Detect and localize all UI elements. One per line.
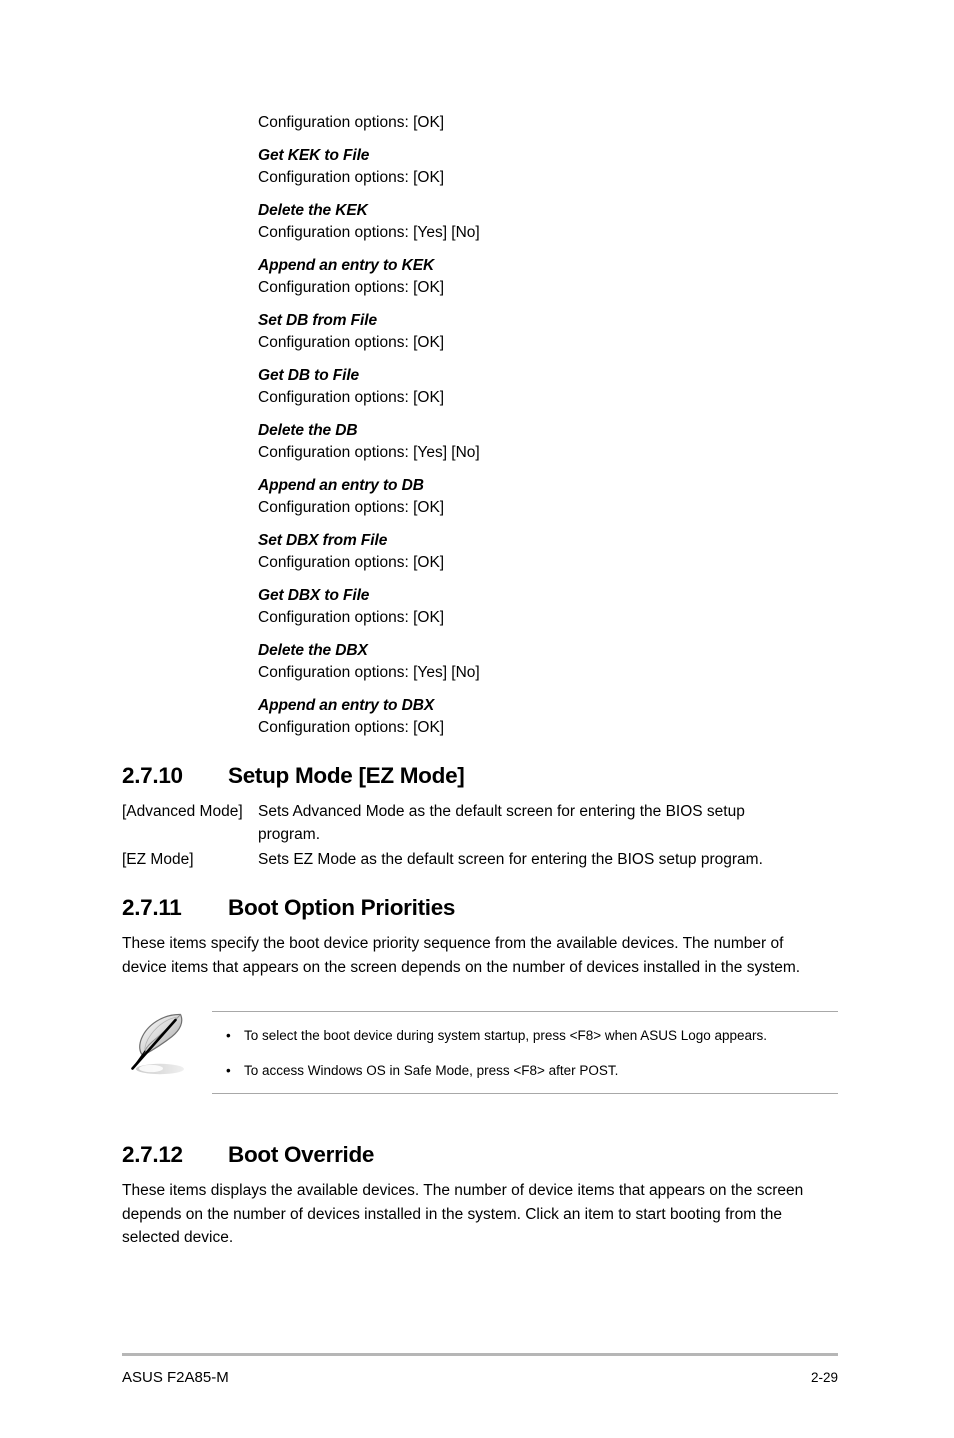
bios-option-block: Delete the DB Configuration options: [Yes… [258,420,838,464]
bios-option-config: Configuration options: [Yes] [No] [258,444,480,461]
bullet-glyph: • [226,1028,231,1043]
note-item: • To select the boot device during syste… [212,1025,838,1046]
page-content: Configuration options: [OK] Get KEK to F… [122,112,838,1250]
section-number: 2.7.11 [122,895,182,920]
bios-option-name: Get DBX to File [258,587,370,604]
bios-option-block: Delete the DBX Configuration options: [Ye… [258,640,838,684]
bios-option-config: Configuration options: [OK] [258,499,445,516]
bios-option-name: Get DB to File [258,367,360,384]
section-title: Boot Override [228,1142,375,1167]
section-heading-2-7-11: 2.7.11 Boot Option Priorities [122,893,838,923]
lead-config-options: Configuration options: [OK] [258,114,445,131]
bios-option-config: Configuration options: [OK] [258,609,445,626]
note-item: • To access Windows OS in Safe Mode, pre… [212,1060,838,1081]
section-title: Boot Option Priorities [228,895,456,920]
bios-option-name: Get KEK to File [258,147,370,164]
section-heading-2-7-12: 2.7.12 Boot Override [122,1140,838,1170]
note-body: • To select the boot device during syste… [212,1011,838,1094]
footer-divider [122,1353,838,1356]
bios-option-block: Set DB from File Configuration options: [… [258,310,838,354]
section-number: 2.7.12 [122,1142,183,1167]
bios-option-block: Set DBX from File Configuration options: … [258,530,838,574]
bios-option-block: Get KEK to File Configuration options: [O… [258,145,838,189]
bios-option-name: Set DB from File [258,312,377,329]
bios-option-config: Configuration options: [OK] [258,334,445,351]
section-title: Setup Mode [EZ Mode] [228,763,465,788]
note-box: • To select the boot device during syste… [122,1011,838,1097]
bios-option-block: Delete the KEK Configuration options: [Ye… [258,200,838,244]
bios-option-name: Delete the KEK [258,202,368,219]
definition-term: [Advanced Mode] [122,803,243,820]
bios-option-name: Append an entry to DBX [258,697,435,714]
bios-option-config: Configuration options: [Yes] [No] [258,224,480,241]
definition-row-ez-mode: [EZ Mode] Sets EZ Mode as the default sc… [122,848,838,871]
section-paragraph-2-7-12: These items displays the available devic… [122,1182,804,1246]
bios-option-name: Set DBX from File [258,532,388,549]
note-item-text: To select the boot device during system … [244,1028,768,1043]
definition-description: Sets Advanced Mode as the default screen… [258,803,745,843]
bios-option-config: Configuration options: [OK] [258,719,445,736]
section-number: 2.7.10 [122,763,183,788]
definition-term: [EZ Mode] [122,851,194,868]
bullet-glyph: • [226,1063,231,1078]
definition-row-advanced-mode: [Advanced Mode] Sets Advanced Mode as th… [122,800,838,846]
bios-options-list: Get KEK to File Configuration options: [O… [258,145,838,739]
bios-option-name: Delete the DB [258,422,358,439]
bios-option-config: Configuration options: [Yes] [No] [258,664,480,681]
bios-option-block: Append an entry to DB Configuration optio… [258,475,838,519]
bios-option-block: Get DB to File Configuration options: [OK… [258,365,838,409]
bios-option-name: Delete the DBX [258,642,368,659]
definition-description: Sets EZ Mode as the default screen for e… [258,851,763,868]
footer-row: ASUS F2A85-M 2-29 [122,1368,838,1388]
bios-option-config: Configuration options: [OK] [258,554,445,571]
bios-option-config: Configuration options: [OK] [258,279,445,296]
footer-product-name: ASUS F2A85-M [122,1369,229,1386]
bios-option-config: Configuration options: [OK] [258,169,445,186]
bios-option-block: Append an entry to DBX Configuration opti… [258,695,838,739]
footer-page-number: 2-29 [810,1370,838,1385]
bios-option-config: Configuration options: [OK] [258,389,445,406]
bios-option-block: Get DBX to File Configuration options: [O… [258,585,838,629]
manual-page: Configuration options: [OK] Get KEK to F… [0,0,954,1438]
section-heading-2-7-10: 2.7.10 Setup Mode [EZ Mode] [122,761,838,791]
page-footer: ASUS F2A85-M 2-29 [122,1353,838,1388]
quill-pen-icon [118,1005,204,1091]
section-paragraph-2-7-11: These items specify the boot device prio… [122,935,801,976]
note-item-text: To access Windows OS in Safe Mode, press… [244,1063,619,1078]
bios-option-block: Append an entry to KEK Configuration opti… [258,255,838,299]
bios-option-name: Append an entry to DB [258,477,424,494]
bios-option-name: Append an entry to KEK [258,257,435,274]
